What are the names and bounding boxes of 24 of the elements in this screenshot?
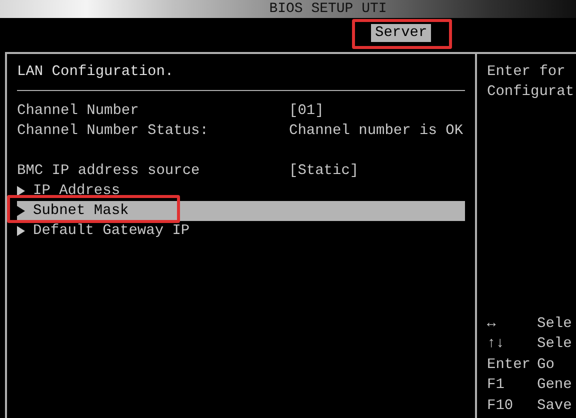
key-name: ↔ <box>487 314 497 334</box>
submenu-item[interactable]: Default Gateway IP <box>17 221 465 241</box>
key-name: ↑↓ <box>487 335 506 354</box>
key-action: Go <box>537 356 554 374</box>
key-action: Sele <box>537 335 572 354</box>
bios-title: BIOS SETUP UTI <box>269 0 387 18</box>
setting-value: Channel number is OK <box>289 122 464 141</box>
setting-value: [01] <box>289 102 324 121</box>
help-text: Enter for <box>487 63 566 82</box>
key-name: F10 <box>487 396 514 416</box>
menu-tab[interactable]: Server <box>371 24 432 42</box>
submenu-item[interactable]: Subnet Mask <box>17 201 465 221</box>
setting-value: [Static] <box>289 162 359 181</box>
setting-label: Channel Number Status: <box>17 122 210 141</box>
submenu-item[interactable]: IP Address <box>17 181 465 201</box>
key-name: F1 <box>487 376 506 395</box>
key-action: Save <box>537 396 572 416</box>
help-text: Configurat <box>487 83 576 102</box>
setting-label: BMC IP address source <box>17 162 201 181</box>
setting-label: Channel Number <box>17 102 140 121</box>
key-action: Gene <box>537 376 572 395</box>
section-heading: LAN Configuration. <box>17 63 175 82</box>
key-name: Enter <box>487 356 532 374</box>
key-action: Sele <box>537 314 572 334</box>
